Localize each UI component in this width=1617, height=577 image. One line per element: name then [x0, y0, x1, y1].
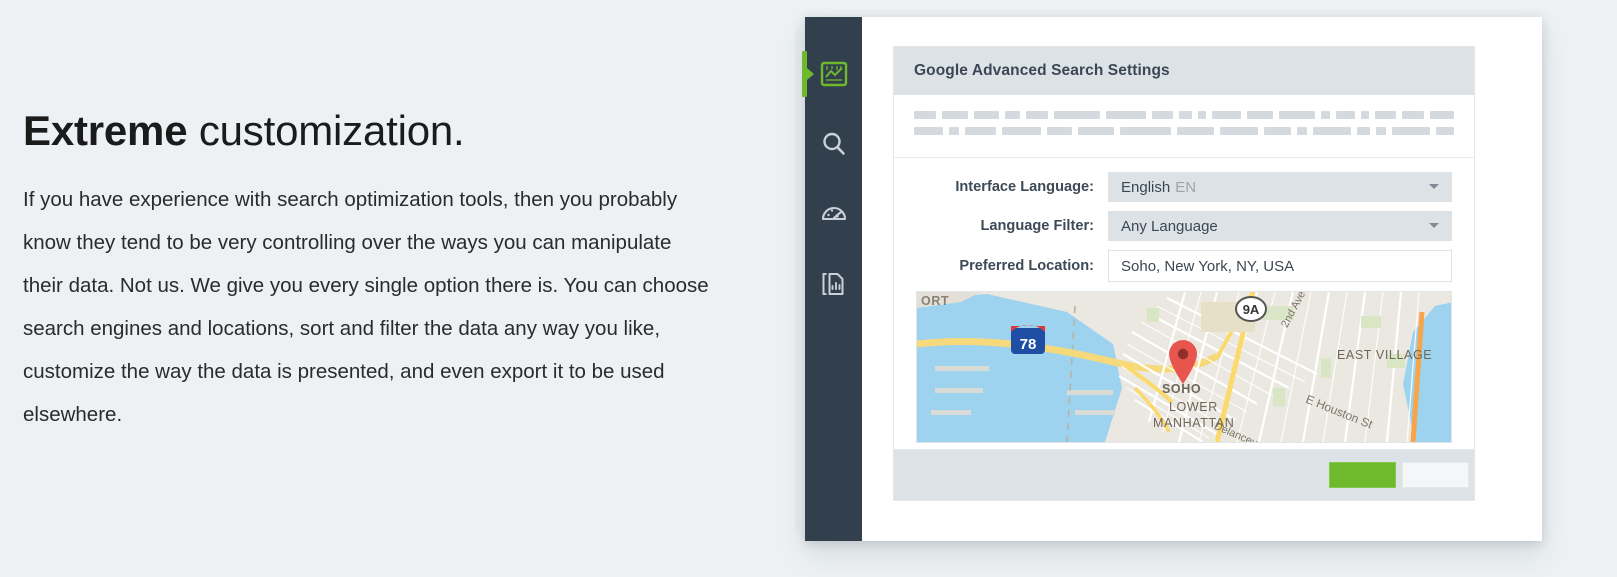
report-document-icon	[819, 269, 849, 299]
skeleton-bar	[914, 127, 943, 135]
skeleton-bar	[1279, 111, 1315, 119]
skeleton-bar	[1220, 127, 1258, 135]
skeleton-bar	[1402, 111, 1425, 119]
input-preferred-location[interactable]: Soho, New York, NY, USA	[1108, 250, 1452, 282]
skeleton-bar	[1247, 111, 1274, 119]
select-interface-language[interactable]: English EN	[1108, 172, 1452, 202]
body-paragraph: If you have experience with search optim…	[23, 188, 709, 427]
input-value-preferred-location: Soho, New York, NY, USA	[1121, 257, 1295, 275]
skeleton-bar	[1025, 111, 1048, 119]
map-graphic: 78 9A	[917, 292, 1451, 442]
sidebar-item-analytics[interactable]	[802, 39, 862, 109]
app-sidebar	[802, 17, 862, 541]
card-footer	[894, 449, 1474, 500]
skeleton-bar	[1313, 127, 1352, 135]
gauge-icon	[819, 199, 849, 229]
field-row-preferred-location: Preferred Location: Soho, New York, NY, …	[916, 250, 1452, 282]
skeleton-bar	[1152, 111, 1174, 119]
skeleton-bar	[1005, 111, 1020, 119]
skeleton-bar	[948, 127, 960, 135]
svg-text:78: 78	[1020, 336, 1037, 353]
select-language-filter[interactable]: Any Language	[1108, 211, 1452, 241]
skeleton-bar	[1176, 127, 1215, 135]
skeleton-bar	[1120, 127, 1171, 135]
skeleton-bar	[1392, 127, 1431, 135]
skeleton-bar	[1335, 111, 1356, 119]
skeleton-bar	[1212, 111, 1242, 119]
skeleton-bar	[1053, 111, 1100, 119]
skeleton-bar	[1001, 127, 1042, 135]
skeleton-bar	[1375, 127, 1387, 135]
skeleton-text-block	[894, 95, 1474, 158]
chevron-down-icon[interactable]	[1429, 223, 1439, 228]
page-title-rest: customization.	[187, 107, 465, 154]
field-row-language-filter: Language Filter: Any Language	[916, 211, 1452, 241]
card-title: Google Advanced Search Settings	[894, 47, 1474, 95]
skeleton-bar	[1296, 127, 1308, 135]
skeleton-bar	[1361, 111, 1370, 119]
skeleton-bar	[1430, 111, 1455, 119]
skeleton-bar	[965, 127, 996, 135]
skeleton-bar	[1436, 127, 1454, 135]
select-value-language-filter: Any Language	[1121, 217, 1218, 235]
skeleton-bar	[1198, 111, 1207, 119]
skeleton-bar	[1047, 127, 1073, 135]
svg-text:9A: 9A	[1243, 302, 1260, 317]
skeleton-line-1	[914, 111, 1455, 119]
skeleton-bar	[1357, 127, 1370, 135]
select-value-interface-language: English	[1121, 178, 1171, 196]
settings-card: Google Advanced Search Settings Interfac…	[893, 46, 1475, 501]
label-interface-language: Interface Language:	[955, 179, 1094, 195]
analytics-chart-icon	[819, 59, 849, 89]
label-preferred-location: Preferred Location:	[959, 258, 1094, 274]
page-title-strong: Extreme	[23, 107, 188, 154]
card-form: Interface Language: English EN Language …	[894, 158, 1474, 449]
skeleton-bar	[1105, 111, 1147, 119]
search-icon	[819, 129, 849, 159]
skeleton-bar	[1078, 127, 1115, 135]
sidebar-item-search[interactable]	[805, 109, 862, 179]
skeleton-bar	[1179, 111, 1193, 119]
sidebar-item-reports[interactable]	[805, 249, 862, 319]
page-title: Extreme customization.	[23, 107, 723, 154]
page-root: Extreme customization. If you have exper…	[0, 0, 1617, 577]
marketing-copy: Extreme customization. If you have exper…	[23, 107, 723, 436]
skeleton-bar	[974, 111, 1000, 119]
skeleton-line-2	[914, 127, 1454, 135]
skeleton-bar	[914, 111, 937, 119]
select-value-suffix-interface-language: EN	[1175, 178, 1197, 196]
app-window: Google Advanced Search Settings Interfac…	[802, 17, 1542, 541]
sidebar-item-performance[interactable]	[805, 179, 862, 249]
secondary-action-button[interactable]	[1402, 462, 1469, 488]
skeleton-bar	[942, 111, 969, 119]
chevron-down-icon[interactable]	[1429, 184, 1439, 189]
skeleton-bar	[1263, 127, 1291, 135]
label-language-filter: Language Filter:	[980, 218, 1094, 234]
skeleton-bar	[1320, 111, 1330, 119]
primary-action-button[interactable]	[1329, 462, 1396, 488]
skeleton-bar	[1375, 111, 1397, 119]
field-row-interface-language: Interface Language: English EN	[916, 172, 1452, 202]
location-map[interactable]: 78 9A ORT SOHO LOWER MANHATTAN 2nd Ave E…	[916, 291, 1452, 443]
